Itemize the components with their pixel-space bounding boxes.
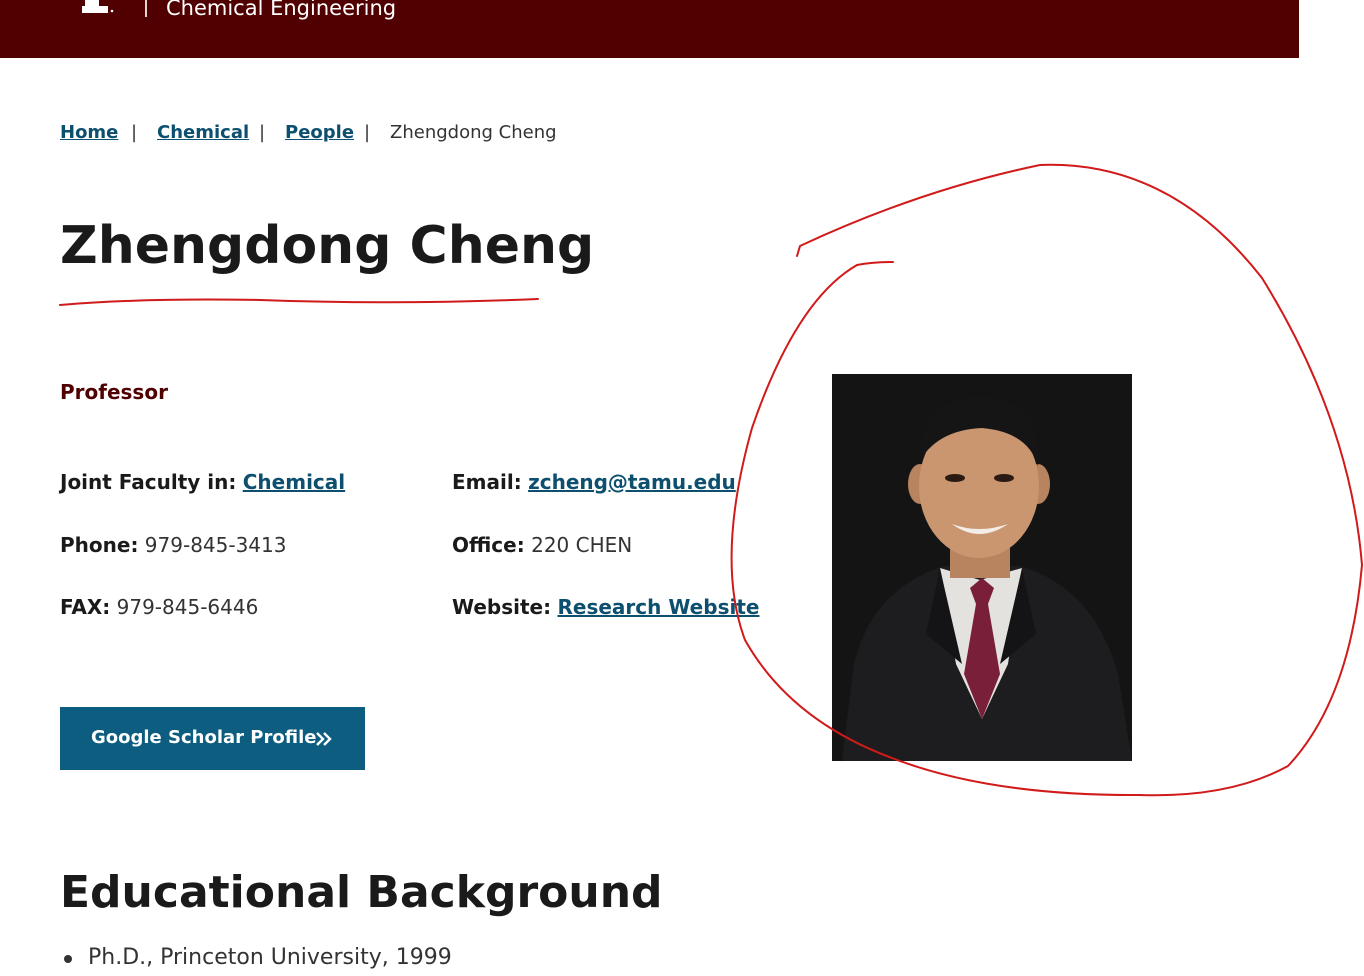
breadcrumb-separator: | xyxy=(131,122,138,143)
university-logo-icon[interactable] xyxy=(82,0,114,16)
office-label: Office: xyxy=(452,533,525,557)
phone-row: Phone: 979-845-3413 xyxy=(60,531,286,559)
name-underline-annotation xyxy=(59,298,539,306)
phone-value: 979-845-3413 xyxy=(144,533,287,557)
breadcrumb-separator: | xyxy=(259,122,266,143)
joint-faculty-row: Joint Faculty in: Chemical xyxy=(60,468,345,496)
profile-photo xyxy=(832,374,1132,761)
phone-label: Phone: xyxy=(60,533,139,557)
site-header: Chemical Engineering xyxy=(0,0,1299,58)
breadcrumb-home-link[interactable]: Home xyxy=(60,119,118,147)
google-scholar-button-label: Google Scholar Profile xyxy=(91,727,317,748)
fax-row: FAX: 979-845-6446 xyxy=(60,593,258,621)
website-row: Website: Research Website xyxy=(452,593,759,621)
office-value: 220 CHEN xyxy=(531,533,633,557)
website-label: Website: xyxy=(452,595,552,619)
breadcrumb-separator: | xyxy=(364,122,371,143)
joint-faculty-label: Joint Faculty in: xyxy=(60,470,237,494)
email-row: Email: zcheng@tamu.edu xyxy=(452,468,736,496)
list-item: Ph.D., Princeton University, 1999 xyxy=(60,940,452,976)
office-row: Office: 220 CHEN xyxy=(452,531,632,559)
fax-label: FAX: xyxy=(60,595,111,619)
joint-faculty-link[interactable]: Chemical xyxy=(243,470,345,494)
faculty-title: Professor xyxy=(60,380,168,404)
research-website-link[interactable]: Research Website xyxy=(557,595,759,619)
education-list: Ph.D., Princeton University, 1999 xyxy=(60,940,452,976)
breadcrumb-people-link[interactable]: People xyxy=(285,119,354,147)
page-title: Zhengdong Cheng xyxy=(60,216,595,276)
google-scholar-button[interactable]: Google Scholar Profile xyxy=(60,707,365,770)
header-divider xyxy=(145,0,147,17)
double-chevron-right-icon xyxy=(316,732,332,746)
education-heading: Educational Background xyxy=(60,867,663,918)
breadcrumb-current: Zhengdong Cheng xyxy=(390,122,557,143)
site-name[interactable]: Chemical Engineering xyxy=(166,0,396,23)
fax-value: 979-845-6446 xyxy=(116,595,259,619)
email-label: Email: xyxy=(452,470,522,494)
breadcrumb-chemical-link[interactable]: Chemical xyxy=(157,119,249,147)
email-link[interactable]: zcheng@tamu.edu xyxy=(528,470,736,494)
